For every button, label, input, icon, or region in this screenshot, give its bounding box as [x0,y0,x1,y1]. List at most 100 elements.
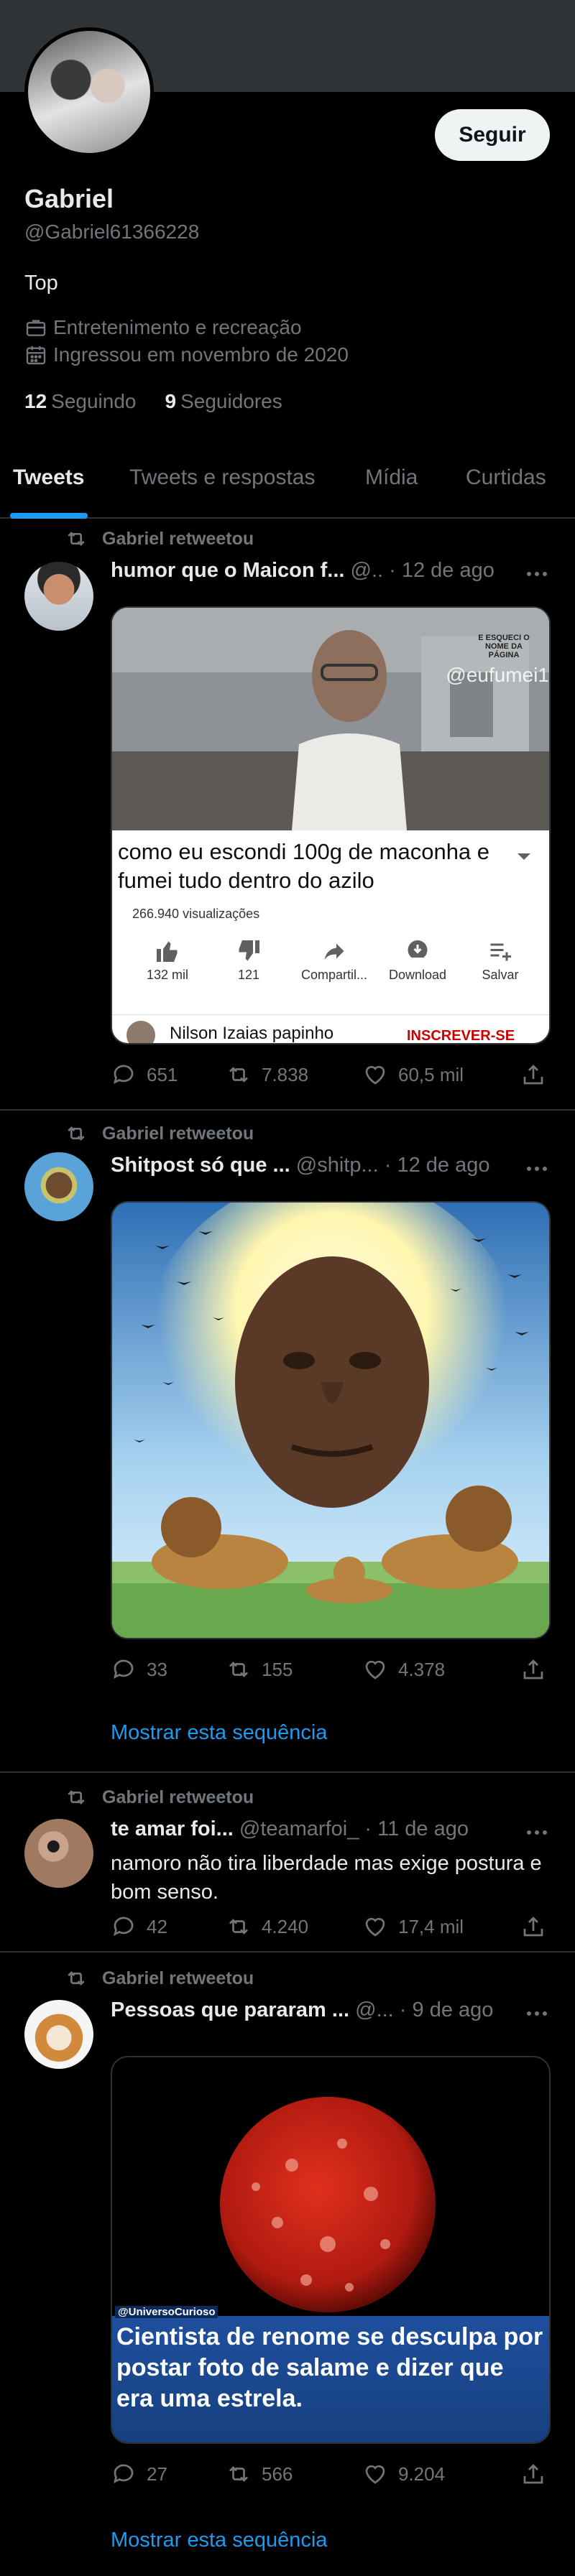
tab-likes[interactable]: Curtidas [466,465,546,490]
author-handle: @.. [350,559,384,582]
active-tab-indicator [10,513,88,519]
expand-chevron-icon[interactable] [513,849,535,863]
tweet[interactable]: Gabriel retweetou Shitpost só que ... @s… [0,1112,575,1773]
like-button[interactable]: 4.378 [362,1657,445,1682]
tweet-media[interactable] [111,1201,551,1639]
retweet-context: Gabriel retweetou [65,1122,254,1145]
more-options-icon[interactable] [519,1158,555,1180]
dislike-video-button[interactable]: 121 [227,938,270,983]
retweet-context: Gabriel retweetou [65,527,254,550]
tweet-time[interactable]: · 12 de ago [385,1154,490,1177]
channel-name[interactable]: Nilson Izaias papinho [170,1024,334,1043]
author-name[interactable]: te amar foi... [111,1817,234,1840]
thumbs-down-icon [239,940,259,961]
retweet-button[interactable]: 4.240 [226,1914,308,1940]
author-name[interactable]: humor que o Maicon f... [111,559,344,582]
glowing-face-with-lions-image [112,1203,549,1638]
tab-tweets[interactable]: Tweets [13,465,84,490]
retweet-button[interactable]: 566 [226,2461,293,2487]
more-options-icon[interactable] [519,1822,555,1843]
download-icon [408,940,428,960]
reply-icon [113,1917,134,1937]
retweet-icon [229,1662,248,1677]
share-button[interactable] [520,2461,546,2487]
like-video-button[interactable]: 132 mil [142,938,193,983]
profile-category: Entretenimento e recreação [24,316,302,339]
watermark: @eufumei1 [446,664,549,686]
share-button[interactable] [520,1657,546,1682]
retweet-button[interactable]: 155 [226,1657,293,1682]
more-options-icon[interactable] [519,563,555,585]
retweet-button[interactable]: 7.838 [226,1062,308,1088]
download-video-button[interactable]: Download [378,938,457,983]
tweet-actions: 42 4.240 17,4 mil [111,1914,549,1942]
share-icon [523,1065,543,1085]
tweet[interactable]: Gabriel retweetou te amar foi... @teamar… [0,1774,575,1952]
thumbs-up-icon [157,941,178,962]
retweet-icon [229,2466,248,2482]
more-options-icon[interactable] [519,2003,555,2024]
tweet-time[interactable]: · 9 de ago [400,1998,494,2021]
profile-avatar[interactable] [24,27,154,157]
add-to-playlist-icon [490,943,511,961]
author-handle: @... [355,1998,394,2021]
reply-button[interactable]: 27 [111,2461,167,2487]
retweet-context: Gabriel retweetou [65,1786,254,1809]
show-thread-link[interactable]: Mostrar esta sequência [111,2529,327,2552]
author-name[interactable]: Pessoas que pararam ... [111,1998,349,2021]
channel-avatar[interactable] [126,1021,155,1043]
retweet-icon [229,1919,248,1935]
tweet-time[interactable]: · 11 de ago [364,1817,469,1840]
tweet-media[interactable]: @eufumei1 E ESQUECI O NOME DA PÁGINA com… [111,606,551,1044]
avatar[interactable] [24,2000,93,2069]
tab-media[interactable]: Mídia [365,465,418,490]
like-button[interactable]: 17,4 mil [362,1914,464,1940]
tweet-header: Pessoas que pararam ... @... · 9 de ago [111,1998,520,2022]
author-name[interactable]: Shitpost só que ... [111,1154,290,1177]
show-thread-link[interactable]: Mostrar esta sequência [111,1721,327,1745]
reply-button[interactable]: 33 [111,1657,167,1682]
save-video-button[interactable]: Salvar [472,938,529,983]
share-button[interactable] [520,1062,546,1088]
like-button[interactable]: 9.204 [362,2461,445,2487]
follow-stats: 12 Seguindo 9 Seguidores [24,390,282,413]
tweet[interactable]: Gabriel retweetou Pessoas que pararam ..… [0,1954,575,2576]
tweet[interactable]: Gabriel retweetou humor que o Maicon f..… [0,519,575,1111]
followers-link[interactable]: 9 Seguidores [165,390,282,413]
video-action-bar: 132 mil 121 Compartil... Download Salvar [112,938,549,1003]
share-video-button[interactable]: Compartil... [295,938,374,983]
reply-button[interactable]: 651 [111,1062,178,1088]
tweet-media[interactable]: @UniversoCurioso Cientista de renome se … [111,2056,551,2444]
caption-text: Cientista de renome se desculpa por post… [116,2323,543,2412]
like-button[interactable]: 60,5 mil [362,1062,464,1088]
retweet-icon [68,1971,85,1986]
tab-tweets-and-replies[interactable]: Tweets e respostas [129,465,315,490]
tweet-actions: 33 155 4.378 [111,1657,549,1685]
following-link[interactable]: 12 Seguindo [24,390,137,413]
subscribe-button[interactable]: INSCREVER-SE [407,1028,515,1043]
heart-icon [365,1065,385,1085]
share-arrow-icon [324,943,344,960]
heart-icon [365,1660,385,1680]
author-handle: @teamarfoi_ [239,1817,359,1840]
avatar[interactable] [24,1819,93,1888]
share-button[interactable] [520,1914,546,1940]
caption-source: @UniversoCurioso [115,2306,218,2318]
tweet-time[interactable]: · 12 de ago [389,559,494,582]
follow-button[interactable]: Seguir [435,109,550,161]
profile-joined: Ingressou em novembro de 2020 [24,343,349,366]
reply-icon [113,2464,134,2484]
profile-joined-text: Ingressou em novembro de 2020 [53,343,349,366]
profile-name: Gabriel [24,184,114,213]
profile-category-text: Entretenimento e recreação [53,316,302,338]
channel-row: Nilson Izaias papinho INSCREVER-SE [112,1014,549,1043]
profile-tabs: Tweets Tweets e respostas Mídia Curtidas [0,444,575,519]
reply-button[interactable]: 42 [111,1914,167,1940]
avatar[interactable] [24,1152,93,1221]
share-icon [523,2464,543,2484]
avatar[interactable] [24,562,93,631]
video-title: como eu escondi 100g de maconha e fumei … [118,839,490,893]
tweet-header: te amar foi... @teamarfoi_ · 11 de ago [111,1817,520,1841]
author-handle: @shitp... [295,1154,379,1177]
retweet-context: Gabriel retweetou [65,1967,254,1990]
